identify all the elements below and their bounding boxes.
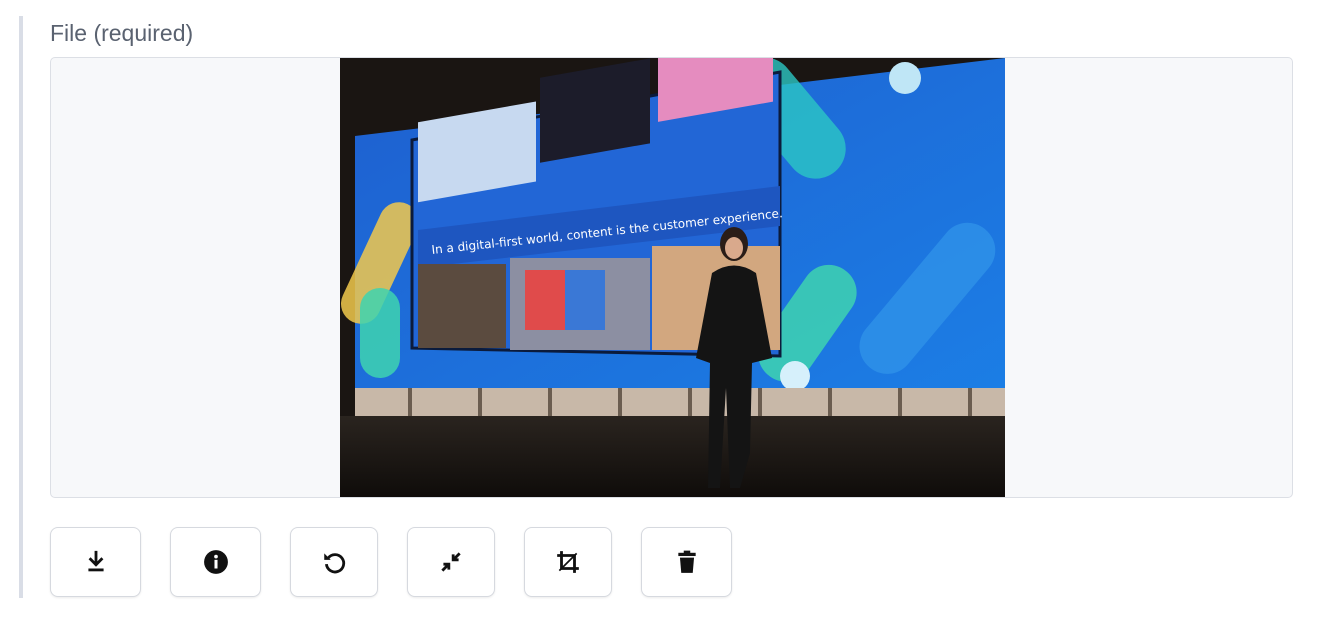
trash-icon [674, 549, 700, 575]
info-button[interactable] [170, 527, 261, 597]
download-button[interactable] [50, 527, 141, 597]
shrink-icon [438, 549, 464, 575]
image-preview: In a digital-first world, content is the… [50, 57, 1293, 498]
preview-image: In a digital-first world, content is the… [340, 58, 1005, 497]
delete-button[interactable] [641, 527, 732, 597]
crop-icon [555, 549, 581, 575]
download-icon [83, 549, 109, 575]
info-icon [203, 549, 229, 575]
rotate-icon [321, 549, 347, 575]
field-group-rule [19, 16, 23, 598]
field-label: File (required) [50, 20, 194, 46]
crop-button[interactable] [524, 527, 612, 597]
rotate-button[interactable] [290, 527, 378, 597]
shrink-button[interactable] [407, 527, 495, 597]
